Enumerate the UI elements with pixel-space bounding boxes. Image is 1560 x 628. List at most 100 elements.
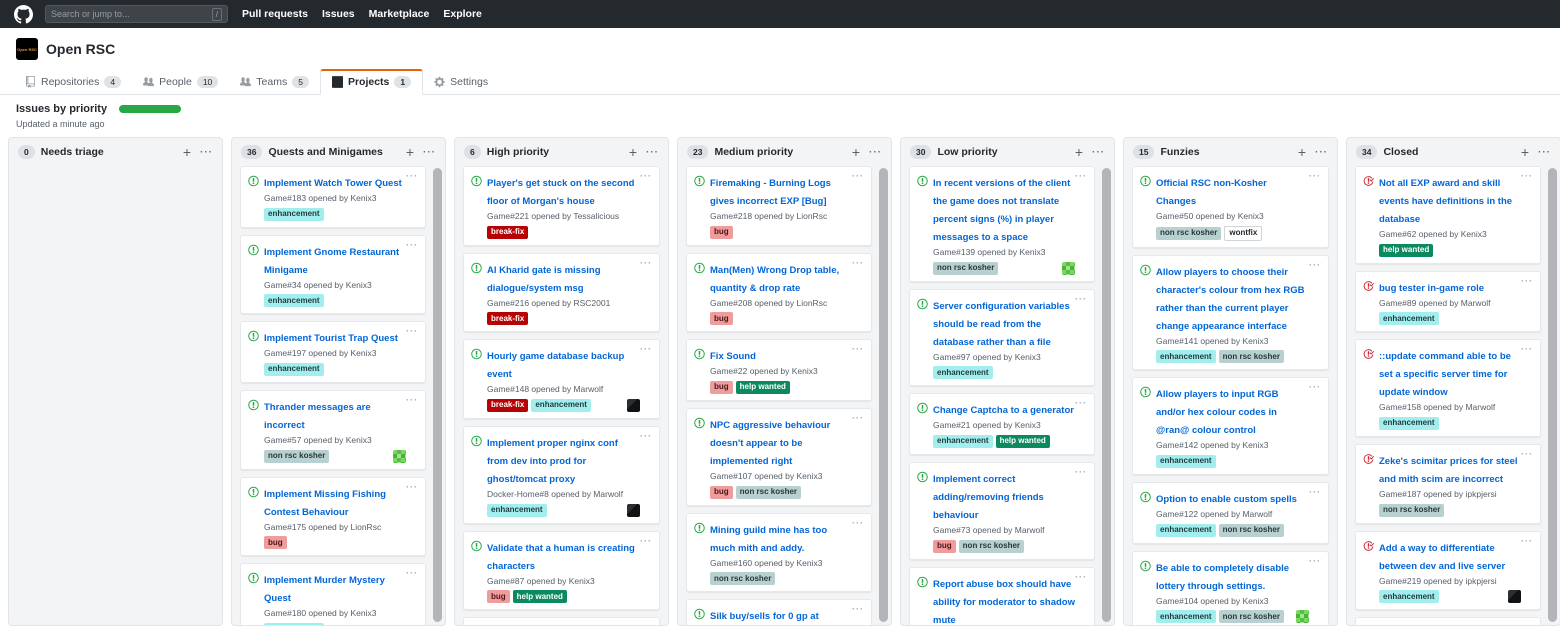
card-menu-button[interactable]: ··· bbox=[406, 240, 418, 250]
issue-card[interactable]: Allow players to choose their character'… bbox=[1132, 255, 1329, 371]
add-card-button[interactable]: + bbox=[183, 147, 191, 157]
issue-title-link[interactable]: Allow players to input RGB and/or hex co… bbox=[1156, 389, 1278, 436]
issue-title-link[interactable]: Validate that a human is creating charac… bbox=[487, 543, 635, 572]
issue-title-link[interactable]: Silk buy/sells for 0 gp at varrock cloth… bbox=[710, 611, 837, 625]
column-scrollbar[interactable] bbox=[1102, 168, 1111, 622]
issue-card[interactable]: Firemaking - Burning Logs gives incorrec… bbox=[686, 166, 872, 246]
issue-title-link[interactable]: Firemaking - Burning Logs gives incorrec… bbox=[710, 178, 831, 207]
issue-card[interactable]: Implement Gnome Restaurant MinigameGame#… bbox=[240, 235, 426, 315]
issue-title-link[interactable]: ::update command able to be set a specif… bbox=[1379, 351, 1511, 398]
issue-card[interactable]: Report abuse box should have ability for… bbox=[909, 567, 1095, 626]
github-logo[interactable] bbox=[14, 5, 33, 24]
top-nav-explore[interactable]: Explore bbox=[443, 8, 482, 20]
issue-card[interactable]: Thrander messages are incorrectGame#57 o… bbox=[240, 390, 426, 470]
card-menu-button[interactable]: ··· bbox=[406, 395, 418, 405]
tab-teams[interactable]: Teams5 bbox=[229, 71, 320, 94]
issue-card[interactable]: Zeke's scimitar prices for steel and mit… bbox=[1355, 444, 1541, 524]
column-menu-button[interactable]: ··· bbox=[423, 147, 436, 158]
card-menu-button[interactable]: ··· bbox=[406, 568, 418, 578]
issue-card[interactable]: Fix SoundGame#22 opened by Kenix3bughelp… bbox=[686, 339, 872, 401]
column-menu-button[interactable]: ··· bbox=[869, 147, 882, 158]
issue-title-link[interactable]: Report abuse box should have ability for… bbox=[933, 579, 1075, 626]
issue-title-link[interactable]: Thrander messages are incorrect bbox=[264, 402, 371, 431]
card-menu-button[interactable]: ··· bbox=[406, 482, 418, 492]
card-menu-button[interactable]: ··· bbox=[406, 171, 418, 181]
card-menu-button[interactable]: ··· bbox=[640, 258, 652, 268]
issue-card[interactable]: Change Captcha to a generatorGame#21 ope… bbox=[909, 393, 1095, 455]
issue-card[interactable]: Implement correct item on death behaviou… bbox=[463, 617, 660, 625]
card-menu-button[interactable]: ··· bbox=[1075, 467, 1087, 477]
issue-card[interactable]: Mining guild mine has too much mith and … bbox=[686, 513, 872, 593]
issue-title-link[interactable]: Zeke's scimitar prices for steel and mit… bbox=[1379, 456, 1518, 485]
card-menu-button[interactable]: ··· bbox=[640, 622, 652, 625]
issue-title-link[interactable]: NPC aggressive behaviour doesn't appear … bbox=[710, 420, 830, 467]
card-menu-button[interactable]: ··· bbox=[406, 326, 418, 336]
card-menu-button[interactable]: ··· bbox=[1521, 536, 1533, 546]
card-menu-button[interactable]: ··· bbox=[852, 258, 864, 268]
card-menu-button[interactable]: ··· bbox=[852, 413, 864, 423]
card-menu-button[interactable]: ··· bbox=[640, 171, 652, 181]
card-menu-button[interactable]: ··· bbox=[1075, 171, 1087, 181]
tab-people[interactable]: People10 bbox=[132, 71, 229, 94]
card-menu-button[interactable]: ··· bbox=[852, 171, 864, 181]
issue-title-link[interactable]: Mining guild mine has too much mith and … bbox=[710, 525, 827, 554]
search-input[interactable]: Search or jump to... / bbox=[45, 5, 228, 23]
add-card-button[interactable]: + bbox=[629, 147, 637, 157]
issue-title-link[interactable]: Player's get stuck on the second floor o… bbox=[487, 178, 634, 207]
add-card-button[interactable]: + bbox=[1521, 147, 1529, 157]
issue-card[interactable]: Not all EXP award and skill events have … bbox=[1355, 166, 1541, 264]
column-scrollbar[interactable] bbox=[433, 168, 442, 622]
issue-card[interactable]: ::update command able to be set a specif… bbox=[1355, 339, 1541, 437]
issue-title-link[interactable]: Not all EXP award and skill events have … bbox=[1379, 178, 1512, 225]
card-menu-button[interactable]: ··· bbox=[852, 518, 864, 528]
org-name[interactable]: Open RSC bbox=[46, 41, 115, 57]
issue-card[interactable]: Server configuration variables should be… bbox=[909, 289, 1095, 387]
card-menu-button[interactable]: ··· bbox=[1521, 171, 1533, 181]
issue-title-link[interactable]: Official RSC non-Kosher Changes bbox=[1156, 178, 1267, 207]
issue-title-link[interactable]: Man(Men) Wrong Drop table, quantity & dr… bbox=[710, 265, 839, 294]
issue-title-link[interactable]: Add a way to differentiate between dev a… bbox=[1379, 543, 1505, 572]
issue-card[interactable]: Implement Watch Tower QuestGame#183 open… bbox=[240, 166, 426, 228]
add-card-button[interactable]: + bbox=[406, 147, 414, 157]
tab-settings[interactable]: Settings bbox=[423, 71, 499, 94]
issue-card[interactable]: Implement correct adding/removing friend… bbox=[909, 462, 1095, 560]
column-menu-button[interactable]: ··· bbox=[200, 147, 213, 158]
issue-card[interactable]: Player's get stuck on the second floor o… bbox=[463, 166, 660, 246]
issue-card[interactable]: Implement proper nginx conf from dev int… bbox=[463, 426, 660, 524]
column-menu-button[interactable]: ··· bbox=[1538, 147, 1551, 158]
issue-card[interactable]: Rats (big and small) drop rat tails almo… bbox=[1355, 617, 1541, 625]
issue-title-link[interactable]: Implement Missing Fishing Contest Behavi… bbox=[264, 489, 386, 518]
add-card-button[interactable]: + bbox=[852, 147, 860, 157]
issue-title-link[interactable]: Implement Watch Tower Quest bbox=[264, 178, 402, 189]
issue-title-link[interactable]: Implement Murder Mystery Quest bbox=[264, 575, 385, 604]
issue-title-link[interactable]: Implement proper nginx conf from dev int… bbox=[487, 438, 618, 485]
issue-card[interactable]: Official RSC non-Kosher ChangesGame#50 o… bbox=[1132, 166, 1329, 248]
column-menu-button[interactable]: ··· bbox=[1092, 147, 1105, 158]
issue-title-link[interactable]: Change Captcha to a generator bbox=[933, 405, 1074, 416]
add-card-button[interactable]: + bbox=[1075, 147, 1083, 157]
card-menu-button[interactable]: ··· bbox=[1075, 572, 1087, 582]
issue-card[interactable]: In recent versions of the client the gam… bbox=[909, 166, 1095, 282]
card-menu-button[interactable]: ··· bbox=[1309, 260, 1321, 270]
issue-title-link[interactable]: Implement Gnome Restaurant Minigame bbox=[264, 247, 399, 276]
card-menu-button[interactable]: ··· bbox=[640, 536, 652, 546]
issue-card[interactable]: Silk buy/sells for 0 gp at varrock cloth… bbox=[686, 599, 872, 625]
issue-card[interactable]: Implement Murder Mystery QuestGame#180 o… bbox=[240, 563, 426, 625]
tab-repositories[interactable]: Repositories4 bbox=[14, 71, 132, 94]
issue-card[interactable]: Implement Tourist Trap QuestGame#197 ope… bbox=[240, 321, 426, 383]
issue-title-link[interactable]: bug tester in-game role bbox=[1379, 283, 1484, 294]
column-scrollbar[interactable] bbox=[1548, 168, 1557, 622]
issue-card[interactable]: Add a way to differentiate between dev a… bbox=[1355, 531, 1541, 611]
issue-title-link[interactable]: Al Kharid gate is missing dialogue/syste… bbox=[487, 265, 601, 294]
card-menu-button[interactable]: ··· bbox=[852, 604, 864, 614]
issue-title-link[interactable]: Fix Sound bbox=[710, 351, 756, 362]
issue-card[interactable]: Man(Men) Wrong Drop table, quantity & dr… bbox=[686, 253, 872, 333]
issue-card[interactable]: Al Kharid gate is missing dialogue/syste… bbox=[463, 253, 660, 333]
top-nav-marketplace[interactable]: Marketplace bbox=[369, 8, 430, 20]
top-nav-pull-requests[interactable]: Pull requests bbox=[242, 8, 308, 20]
issue-title-link[interactable]: Allow players to choose their character'… bbox=[1156, 267, 1305, 332]
card-menu-button[interactable]: ··· bbox=[1309, 487, 1321, 497]
issue-title-link[interactable]: Hourly game database backup event bbox=[487, 351, 624, 380]
issue-card[interactable]: Option to enable custom spellsGame#122 o… bbox=[1132, 482, 1329, 544]
card-menu-button[interactable]: ··· bbox=[1521, 344, 1533, 354]
